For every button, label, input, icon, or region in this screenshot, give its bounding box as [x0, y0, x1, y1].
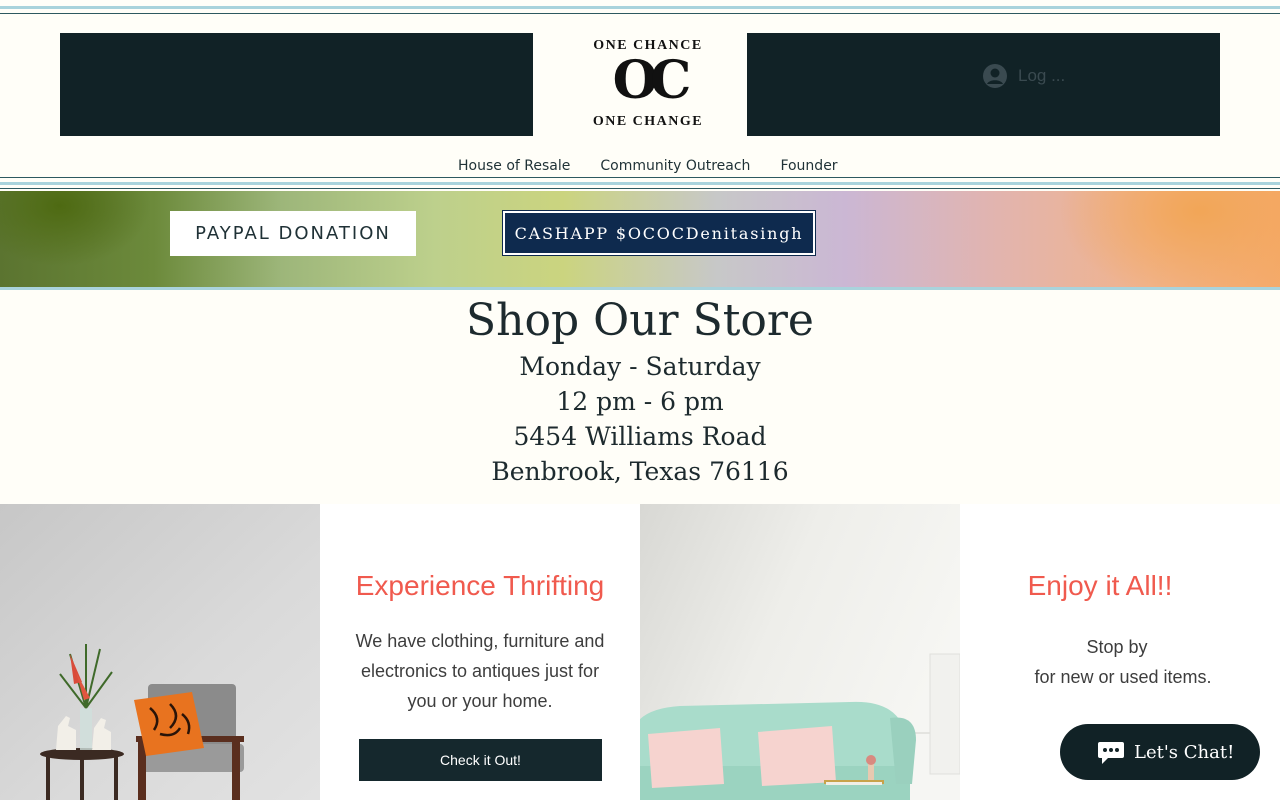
logo-monogram: OC	[612, 50, 692, 111]
chat-label: Let's Chat!	[1134, 741, 1235, 763]
enjoy-text-line1: Stop by	[1086, 637, 1148, 657]
store-title: Shop Our Store	[466, 295, 814, 346]
store-city: Benbrook, Texas 76116	[491, 457, 789, 486]
sofa-photo	[640, 504, 960, 800]
thrifting-text-line1: We have clothing, furniture and	[355, 631, 605, 651]
main-nav: House of Resale Community Outreach Found…	[448, 158, 838, 178]
nav-item-community-outreach[interactable]: Community Outreach	[590, 158, 750, 178]
logo-bottom-text: ONE CHANGE	[592, 114, 704, 129]
store-days: Monday - Saturday	[519, 352, 761, 381]
avatar-icon	[983, 64, 1007, 88]
banner-rule	[0, 287, 1280, 290]
cashapp-button[interactable]: CASHAPP $OCOCDenitasingh	[502, 210, 816, 256]
nav-item-house-of-resale[interactable]: House of Resale	[448, 158, 570, 178]
store-street: 5454 Williams Road	[513, 422, 767, 451]
paypal-donation-button[interactable]: PAYPAL DONATION	[170, 211, 416, 256]
login-button[interactable]: Log ...	[982, 62, 1065, 90]
header-bar-left	[60, 33, 533, 136]
top-rule-light	[0, 6, 1280, 9]
nav-item-founder[interactable]: Founder	[770, 158, 837, 178]
nav-rule-bottom	[0, 188, 1280, 189]
nav-rule-top	[0, 177, 1280, 178]
thrifting-title: Experience Thrifting	[355, 570, 605, 601]
site-logo[interactable]: ONE CHANCE OC ONE CHANGE	[560, 33, 736, 136]
armchair-photo	[0, 504, 320, 800]
thrifting-text-line2: electronics to antiques just for	[360, 661, 600, 681]
enjoy-title: Enjoy it All!!	[1027, 570, 1173, 601]
check-it-out-button[interactable]: Check it Out!	[359, 739, 602, 781]
chat-bubble-icon	[1098, 742, 1124, 764]
top-rule-dark	[0, 13, 1280, 14]
store-info: Shop Our Store Monday - Saturday 12 pm -…	[0, 292, 1280, 489]
login-label: Log ...	[1018, 66, 1066, 85]
enjoy-text-line2: for new or used items.	[1034, 667, 1212, 687]
thrifting-text-line3: you or your home.	[407, 691, 553, 711]
store-hours: 12 pm - 6 pm	[556, 387, 724, 416]
chat-button[interactable]: Let's Chat!	[1060, 724, 1260, 780]
nav-rule-light	[0, 182, 1280, 185]
